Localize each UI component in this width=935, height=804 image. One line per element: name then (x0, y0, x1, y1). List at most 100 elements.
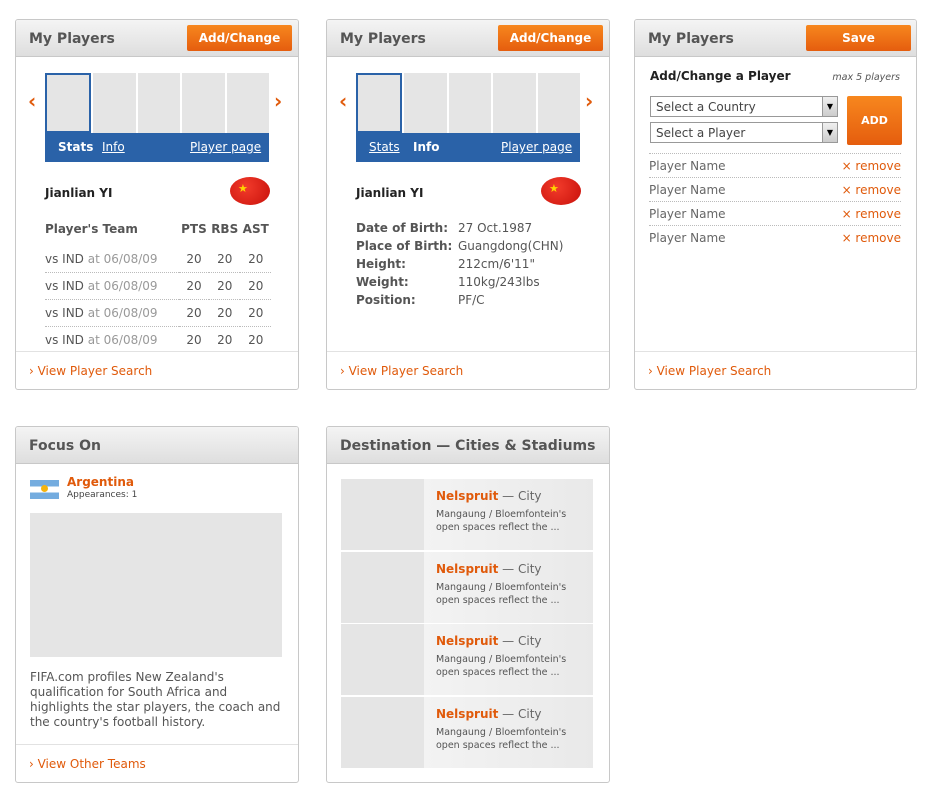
destination-thumbnail[interactable] (341, 624, 424, 695)
widget-header: My Players Save (635, 20, 916, 57)
save-button[interactable]: Save (806, 25, 911, 51)
player-page-link[interactable]: Player page (501, 140, 572, 154)
tab-stats[interactable]: Stats (58, 140, 93, 154)
caret-down-icon[interactable]: ▼ (822, 97, 837, 116)
remove-link[interactable]: × remove (842, 231, 901, 245)
country-name[interactable]: Argentina (67, 475, 134, 489)
player-name: Jianlian YI (356, 186, 424, 200)
team-image-placeholder (30, 513, 282, 657)
destination-name[interactable]: Nelspruit (436, 489, 498, 503)
destination-item[interactable]: Nelspruit — City Mangaung / Bloemfontein… (341, 624, 593, 695)
destination-title: Nelspruit — City (436, 562, 542, 576)
widget-footer: › View Player Search (327, 351, 609, 389)
selected-player-name: Player Name (649, 159, 726, 173)
chevron-right-icon[interactable]: › (585, 89, 593, 113)
my-players-info-widget: My Players Add/Change ‹ › Stats Info Pla… (326, 19, 610, 390)
player-thumbnail[interactable] (493, 73, 536, 133)
info-row: Weight: 110kg/243lbs (356, 275, 563, 293)
destination-description: Mangaung / Bloemfontein's open spaces re… (436, 654, 567, 678)
player-thumbnail[interactable] (448, 73, 492, 133)
match-label: vs IND (45, 333, 84, 347)
destination-name[interactable]: Nelspruit (436, 707, 498, 721)
focus-on-widget: Focus On Argentina Appearances: 1 FIFA.c… (15, 426, 299, 783)
view-player-search-link[interactable]: › View Player Search (29, 364, 152, 378)
destination-type: — City (502, 562, 542, 576)
destination-item[interactable]: Nelspruit — City Mangaung / Bloemfontein… (341, 479, 593, 550)
match-label: vs IND (45, 252, 84, 266)
widget-title: My Players (29, 31, 115, 47)
widget-header: Destination — Cities & Stadiums (327, 427, 609, 464)
info-label: Position: (356, 293, 416, 307)
player-page-link[interactable]: Player page (190, 140, 261, 154)
destination-item[interactable]: Nelspruit — City Mangaung / Bloemfontein… (341, 552, 593, 623)
player-tabs: Stats Info Player page (45, 133, 269, 162)
player-select[interactable]: Select a Player ▼ (650, 122, 838, 143)
country-select[interactable]: Select a Country ▼ (650, 96, 838, 117)
destination-title: Nelspruit — City (436, 634, 542, 648)
player-thumbnail[interactable] (137, 73, 181, 133)
table-row: vs IND at 06/08/09 20 20 20 (45, 299, 271, 327)
info-value: 212cm/6'11" (458, 257, 535, 271)
selected-player-name: Player Name (649, 183, 726, 197)
destination-thumbnail[interactable] (341, 479, 424, 550)
player-thumbnail[interactable] (45, 73, 92, 133)
chevron-right-icon[interactable]: › (274, 89, 282, 113)
info-value: PF/C (458, 293, 485, 307)
player-thumbnail[interactable] (226, 73, 270, 133)
add-change-button[interactable]: Add/Change (187, 25, 292, 51)
widget-header: My Players Add/Change (327, 20, 609, 57)
view-player-search-link[interactable]: › View Player Search (340, 364, 463, 378)
player-thumbnail[interactable] (404, 73, 447, 133)
view-player-search-link[interactable]: › View Player Search (648, 364, 771, 378)
argentina-flag-icon (30, 480, 59, 499)
match-label: vs IND (45, 306, 84, 320)
destination-name[interactable]: Nelspruit (436, 634, 498, 648)
country-select-value: Select a Country (656, 100, 756, 114)
pts-cell: 20 (179, 299, 209, 327)
info-label: Weight: (356, 275, 409, 289)
table-header-row: Player's Team PTS RBS AST (45, 222, 271, 246)
widget-header: My Players Add/Change (16, 20, 298, 57)
player-name: Jianlian YI (45, 186, 113, 200)
player-thumbnail[interactable] (356, 73, 403, 133)
destination-type: — City (502, 489, 542, 503)
add-button[interactable]: ADD (847, 96, 902, 145)
appearances-count: Appearances: 1 (67, 490, 138, 500)
match-date: at 06/08/09 (87, 252, 158, 266)
pts-cell: 20 (186, 333, 202, 347)
tab-info[interactable]: Info (413, 140, 439, 154)
china-flag-icon: ★ (230, 177, 270, 205)
remove-link[interactable]: × remove (842, 159, 901, 173)
selected-player-row: Player Name × remove (649, 225, 901, 250)
player-thumbnail[interactable] (537, 73, 581, 133)
add-change-button[interactable]: Add/Change (498, 25, 603, 51)
destination-name[interactable]: Nelspruit (436, 562, 498, 576)
destination-type: — City (502, 707, 542, 721)
tab-info[interactable]: Info (102, 140, 125, 154)
view-other-teams-link[interactable]: › View Other Teams (29, 757, 146, 771)
chevron-left-icon[interactable]: ‹ (339, 89, 347, 113)
destination-thumbnail[interactable] (341, 552, 424, 623)
remove-link[interactable]: × remove (842, 183, 901, 197)
info-value: 27 Oct.1987 (458, 221, 533, 235)
player-tabs: Stats Info Player page (356, 133, 580, 162)
caret-down-icon[interactable]: ▼ (822, 123, 837, 142)
remove-link[interactable]: × remove (842, 207, 901, 221)
ast-cell: 20 (240, 272, 271, 300)
my-players-stats-widget: My Players Add/Change ‹ › Stats Info Pla… (15, 19, 299, 390)
add-change-subtitle: Add/Change a Player (650, 69, 791, 83)
tab-stats[interactable]: Stats (369, 140, 400, 154)
column-header: RBS (211, 222, 239, 236)
chevron-left-icon[interactable]: ‹ (28, 89, 36, 113)
player-thumbnail[interactable] (93, 73, 136, 133)
info-row: Place of Birth: Guangdong(CHN) (356, 239, 563, 257)
destination-description: Mangaung / Bloemfontein's open spaces re… (436, 727, 567, 751)
widget-footer: › View Player Search (16, 351, 298, 389)
info-row: Date of Birth: 27 Oct.1987 (356, 221, 563, 239)
destination-thumbnail[interactable] (341, 697, 424, 768)
destination-item[interactable]: Nelspruit — City Mangaung / Bloemfontein… (341, 697, 593, 768)
info-label: Height: (356, 257, 406, 271)
match-date: at 06/08/09 (87, 279, 158, 293)
player-thumbnail[interactable] (182, 73, 225, 133)
widget-title: Focus On (29, 438, 101, 454)
